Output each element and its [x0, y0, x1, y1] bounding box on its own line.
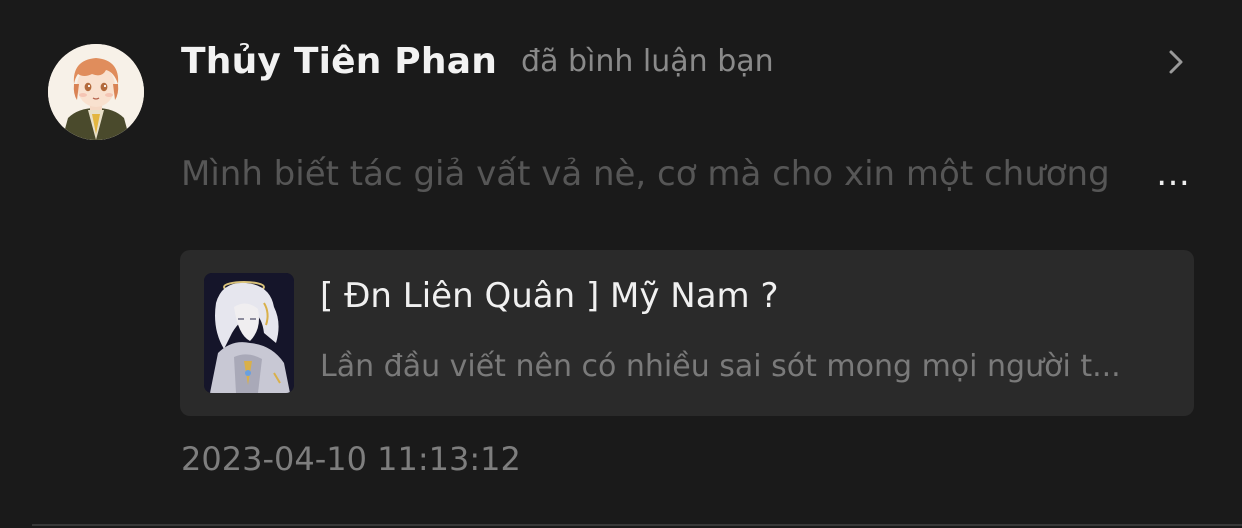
user-name[interactable]: Thủy Tiên Phan	[181, 41, 497, 82]
story-description: Lần đầu viết nên có nhiều sai sót mong m…	[320, 349, 1121, 384]
divider	[32, 524, 1242, 526]
comment-text: Mình biết tác giả vất vả nè, cơ mà cho x…	[181, 154, 1110, 194]
story-title: [ Đn Liên Quân ] Mỹ Nam ?	[320, 276, 779, 316]
user-avatar[interactable]	[48, 44, 144, 140]
notification-header: Thủy Tiên Phan đã bình luận bạn	[181, 38, 774, 84]
action-text: đã bình luận bạn	[521, 43, 774, 79]
chevron-right-icon[interactable]	[1164, 48, 1190, 76]
comment-notification[interactable]: Thủy Tiên Phan đã bình luận bạn Mình biế…	[0, 0, 1242, 528]
avatar-illustration	[48, 44, 144, 140]
comment-ellipsis: …	[1156, 154, 1190, 194]
timestamp: 2023-04-10 11:13:12	[181, 440, 521, 478]
story-card[interactable]: [ Đn Liên Quân ] Mỹ Nam ? Lần đầu viết n…	[180, 250, 1194, 416]
story-cover-image	[204, 273, 294, 393]
